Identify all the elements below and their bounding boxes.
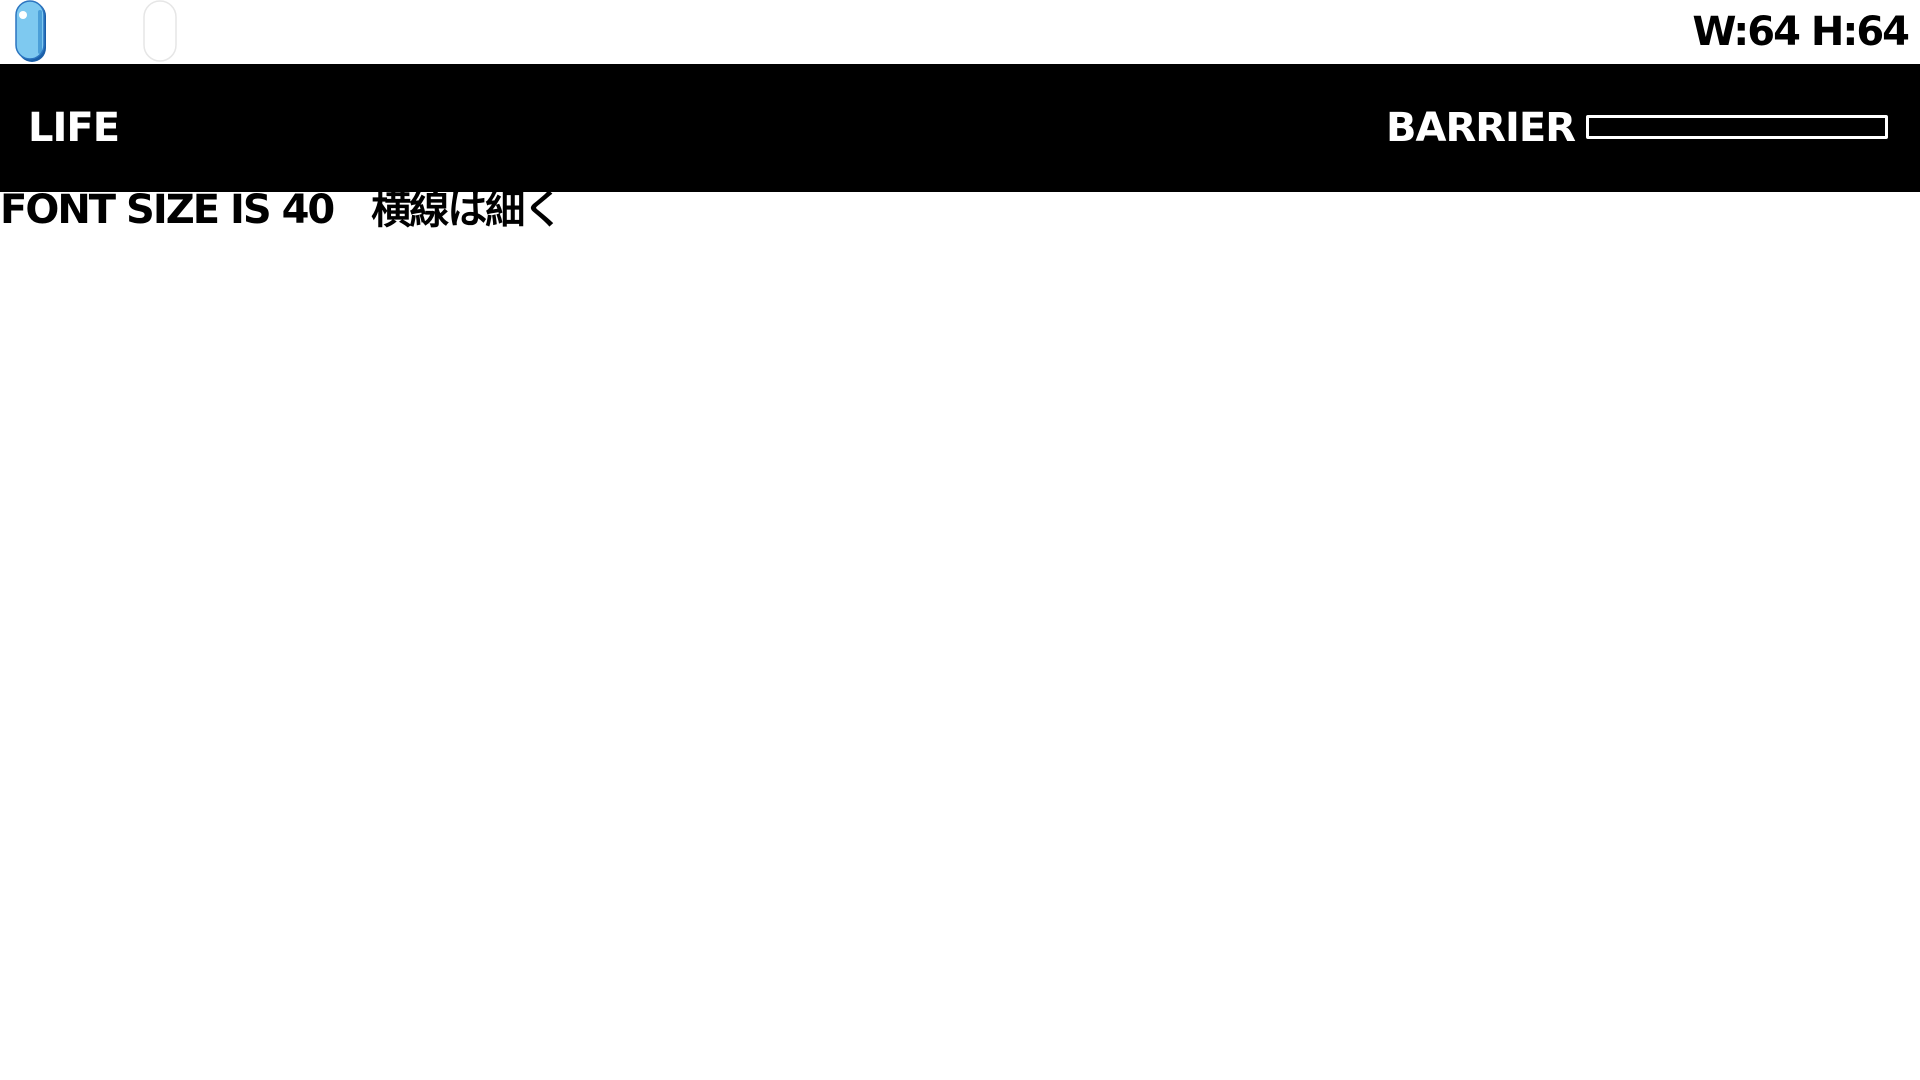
barrier-gauge xyxy=(1586,115,1888,139)
barrier-label: BARRIER xyxy=(1386,105,1576,151)
hud-bar: LIFE BARRIER xyxy=(0,64,1920,192)
empty-capsule-slot-icon xyxy=(128,0,192,64)
blue-capsule-icon xyxy=(0,0,64,64)
life-label: LIFE xyxy=(28,105,120,151)
font-size-caption: FONT SIZE IS 40 横線は細く xyxy=(0,187,563,233)
top-strip: W:64 H:64 xyxy=(0,0,1920,64)
size-readout: W:64 H:64 xyxy=(1692,9,1910,55)
game-screen: W:64 H:64 LIFE BARRIER FONT SIZE IS 40 横… xyxy=(0,0,1920,1080)
